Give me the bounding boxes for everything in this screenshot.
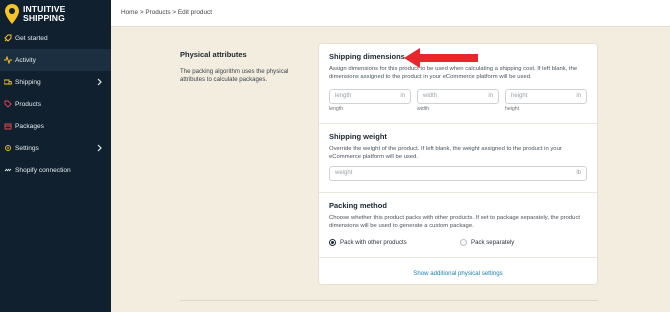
radio-selected-icon <box>329 239 336 246</box>
top-bar: Home > Products > Edit product <box>111 0 670 27</box>
packing-method-title: Packing method <box>329 201 387 210</box>
radio-label: Pack with other products <box>340 239 407 246</box>
sidebar-item-products[interactable]: Products <box>0 93 111 115</box>
sidebar-item-shipping[interactable]: Shipping <box>0 71 111 93</box>
pulse-icon <box>4 56 12 64</box>
breadcrumb-home[interactable]: Home <box>121 9 138 16</box>
bottom-divider <box>180 300 598 301</box>
length-unit: in <box>400 93 405 99</box>
tag-icon <box>4 100 12 108</box>
annotation-arrow-icon <box>404 48 478 68</box>
section-divider <box>319 192 597 193</box>
width-unit: in <box>488 93 493 99</box>
sidebar-item-shopify-connection[interactable]: Shopify connection <box>0 159 111 181</box>
height-label: height <box>505 106 520 112</box>
section-divider <box>319 257 597 258</box>
weight-unit: lb <box>576 170 581 176</box>
breadcrumb-current: Edit product <box>177 9 212 16</box>
height-unit: in <box>576 93 581 99</box>
chevron-right-icon <box>97 144 102 152</box>
breadcrumb: Home > Products > Edit product <box>121 9 212 16</box>
sidebar-item-label: Shopify connection <box>15 166 71 174</box>
physical-attributes-card: Shipping dimensions Assign dimensions fo… <box>318 43 598 285</box>
width-label: width <box>417 106 430 112</box>
radio-unselected-icon <box>460 239 467 246</box>
sidebar-item-label: Activity <box>15 56 36 64</box>
sidebar-item-get-started[interactable]: Get started <box>0 27 111 49</box>
sidebar-item-label: Packages <box>15 122 44 130</box>
radio-label: Pack separately <box>471 239 515 246</box>
pack-separately-radio[interactable]: Pack separately <box>460 239 514 246</box>
logo-line2: SHIPPING <box>23 13 65 23</box>
width-placeholder: width <box>423 93 438 99</box>
height-input[interactable]: height in <box>505 89 587 104</box>
packing-method-description: Choose whether this product packs with o… <box>329 215 581 229</box>
length-input[interactable]: length in <box>329 89 411 104</box>
sidebar-item-label: Settings <box>15 144 39 152</box>
breadcrumb-products[interactable]: Products <box>145 9 170 16</box>
app-logo[interactable]: INTUITIVE SHIPPING <box>0 0 111 28</box>
gear-icon <box>5 145 11 151</box>
logo-text: INTUITIVE SHIPPING <box>23 5 65 23</box>
show-additional-physical-settings-link[interactable]: Show additional physical settings <box>319 270 597 277</box>
physical-attributes-title: Physical attributes <box>180 50 247 59</box>
sidebar-item-packages[interactable]: Packages <box>0 115 111 137</box>
width-input[interactable]: width in <box>417 89 499 104</box>
sidebar-item-label: Get started <box>15 34 48 42</box>
chevron-right-icon <box>97 78 102 86</box>
height-placeholder: height <box>511 93 528 99</box>
sidebar-item-label: Products <box>15 100 42 108</box>
pack-with-other-products-radio[interactable]: Pack with other products <box>329 239 407 246</box>
shipping-weight-title: Shipping weight <box>329 132 387 141</box>
shipping-weight-description: Override the weight of the product. If l… <box>329 146 562 160</box>
sidebar-item-label: Shipping <box>15 78 41 86</box>
breadcrumb-separator: > <box>139 9 144 16</box>
weight-placeholder: weight <box>335 170 353 176</box>
location-pin-icon <box>5 4 19 24</box>
rocket-icon <box>4 34 12 42</box>
sidebar-item-activity[interactable]: Activity <box>0 49 111 71</box>
truck-icon <box>4 79 12 85</box>
breadcrumb-separator: > <box>172 9 177 16</box>
link-icon <box>4 168 12 172</box>
shipping-weight-section: Shipping weight Override the weight of t… <box>329 132 589 161</box>
sidebar: INTUITIVE SHIPPING Get started Activity … <box>0 0 111 312</box>
box-icon <box>4 123 12 130</box>
length-placeholder: length <box>335 93 352 99</box>
weight-input[interactable]: weight lb <box>329 166 587 181</box>
physical-attributes-description: The packing algorithm uses the physical … <box>180 68 289 84</box>
packing-method-section: Packing method Choose whether this produ… <box>329 201 589 230</box>
sidebar-item-settings[interactable]: Settings <box>0 137 111 159</box>
section-divider <box>319 123 597 124</box>
length-label: length <box>329 106 344 112</box>
